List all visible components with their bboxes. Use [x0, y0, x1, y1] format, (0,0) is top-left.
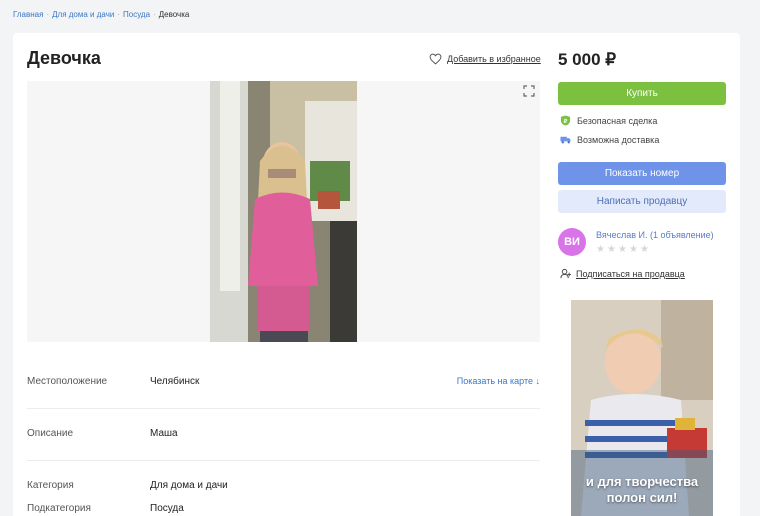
breadcrumb: Главная · Для дома и дачи · Посуда · Девочка	[13, 10, 189, 19]
breadcrumb-category[interactable]: Для дома и дачи	[52, 10, 114, 19]
rating-stars: ★ ★ ★ ★ ★	[596, 244, 649, 255]
ad-text: и для творчества полон сил!	[571, 474, 713, 506]
delivery-feature: Возможна доставка	[560, 134, 659, 145]
safe-deal-label: Безопасная сделка	[577, 115, 658, 126]
star-icon: ★	[618, 244, 627, 255]
star-icon: ★	[596, 244, 605, 255]
star-icon: ★	[640, 244, 649, 255]
description-key: Описание	[27, 428, 74, 439]
seller-name-link[interactable]: Вячеслав И. (1 объявление)	[596, 230, 714, 240]
shield-icon: ₽	[560, 115, 571, 126]
breadcrumb-separator: ·	[117, 10, 120, 19]
subscribe-button[interactable]: Подписаться на продавца	[560, 268, 685, 279]
buy-button[interactable]: Купить	[558, 82, 726, 105]
ad-text-line: и для творчества	[585, 474, 699, 489]
description-row: Описание Маша	[27, 428, 540, 442]
star-icon: ★	[607, 244, 616, 255]
svg-text:₽: ₽	[564, 118, 568, 125]
subcategory-row: Подкатегория Посуда	[27, 503, 540, 516]
truck-icon	[560, 136, 571, 144]
user-plus-icon	[560, 268, 571, 279]
write-seller-button[interactable]: Написать продавцу	[558, 190, 726, 213]
avatar[interactable]: ВИ	[558, 228, 586, 256]
show-on-map-link[interactable]: Показать на карте ↓	[457, 376, 540, 386]
subcategory-key: Подкатегория	[27, 503, 91, 514]
add-favorite-label: Добавить в избранное	[447, 54, 541, 64]
category-row: Категория Для дома и дачи	[27, 480, 540, 494]
divider	[27, 460, 540, 461]
add-favorite-button[interactable]: Добавить в избранное	[429, 53, 541, 65]
photo-gallery[interactable]	[27, 81, 540, 342]
girl-photo-image	[210, 81, 357, 342]
fullscreen-icon[interactable]	[523, 85, 535, 97]
location-key: Местоположение	[27, 376, 108, 387]
breadcrumb-separator: ·	[153, 10, 156, 19]
heart-icon	[429, 53, 442, 65]
breadcrumb-home[interactable]: Главная	[13, 10, 43, 19]
breadcrumb-current: Девочка	[158, 10, 190, 19]
breadcrumb-subcategory[interactable]: Посуда	[123, 10, 150, 19]
divider	[27, 408, 540, 409]
breadcrumb-separator: ·	[46, 10, 50, 19]
ad-text-line: полон сил!	[606, 490, 678, 505]
price: 5 000 ₽	[558, 50, 617, 69]
show-phone-button[interactable]: Показать номер	[558, 162, 726, 185]
category-key: Категория	[27, 480, 74, 491]
ad-banner[interactable]: и для творчества полон сил!	[571, 300, 713, 516]
subscribe-label: Подписаться на продавца	[576, 268, 685, 279]
location-value: Челябинск	[150, 376, 200, 387]
safe-deal-feature: ₽ Безопасная сделка	[560, 115, 657, 126]
page-title: Девочка	[27, 48, 101, 68]
description-value: Маша	[150, 428, 178, 439]
location-row: Местоположение Челябинск Показать на кар…	[27, 376, 540, 390]
category-value: Для дома и дачи	[150, 480, 228, 491]
subcategory-value: Посуда	[150, 503, 184, 514]
listing-photo[interactable]	[210, 81, 357, 342]
star-icon: ★	[629, 244, 638, 255]
delivery-label: Возможна доставка	[577, 134, 660, 145]
